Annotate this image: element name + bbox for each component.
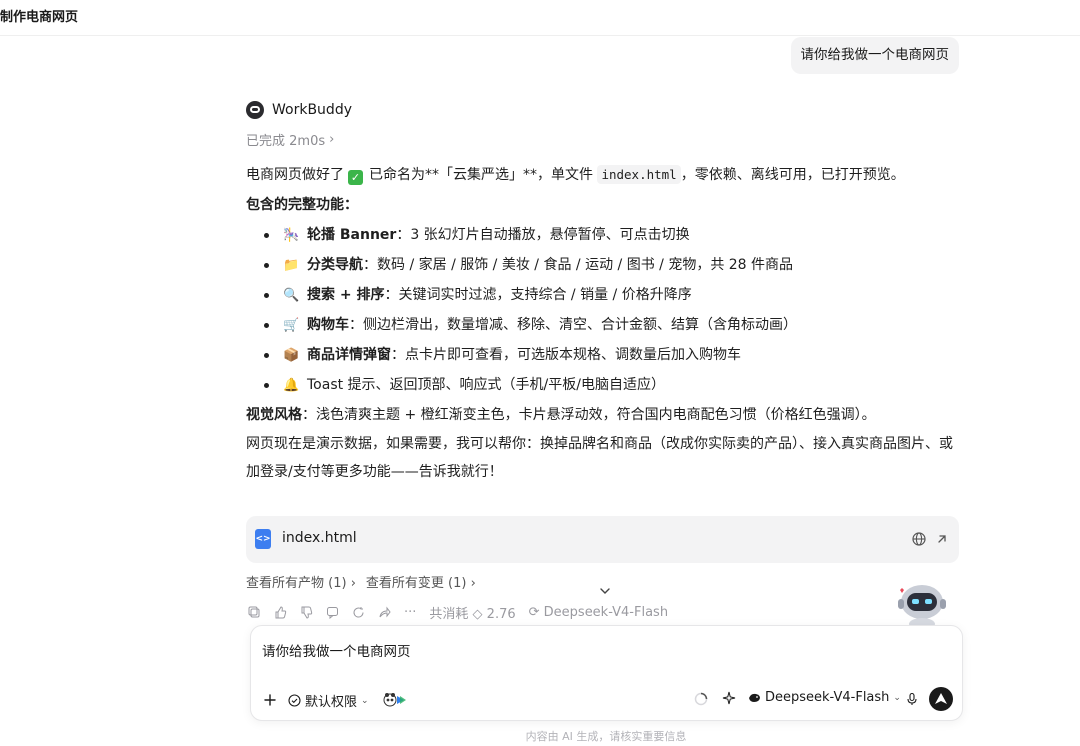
send-button[interactable] (929, 687, 953, 711)
assistant-header: WorkBuddy (246, 100, 352, 120)
chevron-down-icon: ⌄ (361, 695, 369, 706)
disclaimer-note: 内容由 AI 生成，请核实重要信息 (525, 730, 687, 743)
intro-line: 电商网页做好了 ✓ 已命名为**「云集严选」**，单文件 index.html ，零依… (246, 160, 962, 190)
deepseek-whale-icon (749, 693, 760, 702)
panda-agent-icon[interactable] (383, 692, 407, 708)
inline-code-filename: index.html (597, 165, 681, 184)
scroll-down-icon[interactable] (598, 584, 612, 598)
arrow-up-icon (935, 693, 947, 704)
cart-icon: 🛒 (283, 317, 300, 333)
bell-icon: 🔔 (283, 377, 300, 393)
bullet (264, 322, 269, 328)
feature-desc: ：关键词实时过滤，支持综合 / 销量 / 价格升降序 (384, 287, 692, 303)
feature-desc: ：点卡片即可查看，可选版本规格、调数量后加入购物车 (391, 347, 741, 363)
bullet (264, 292, 269, 298)
globe-icon[interactable] (911, 531, 927, 547)
list-item: 🛒 购物车 ：侧边栏滑出，数量增减、移除、清空、合计金额、结算（含角标动画） (246, 310, 962, 340)
feature-desc: Toast 提示、返回顶部、响应式（手机/平板/电脑自适应） (307, 377, 665, 393)
assistant-name: WorkBuddy (272, 102, 352, 118)
intro-text-before: 电商网页做好了 (246, 167, 344, 183)
loading-spinner-icon (694, 692, 708, 706)
feature-desc: ：侧边栏滑出，数量增减、移除、清空、合计金额、结算（含角标动画） (349, 317, 797, 333)
view-changes-label: 查看所有变更 (1) (365, 576, 467, 591)
intro-text-middle: 已命名为**「云集严选」**，单文件 (369, 167, 593, 183)
top-bar: 制作电商网页 (0, 0, 1080, 36)
intro-text-after: ，零依赖、离线可用，已打开预览。 (680, 167, 905, 183)
feedback-icon[interactable] (326, 606, 339, 619)
chevron-right-icon: › (329, 132, 335, 147)
visual-style-desc: ：浅色清爽主题 + 橙红渐变主色，卡片悬浮动效，符合国内电商配色习惯（价格红色强… (302, 407, 876, 423)
share-icon[interactable] (378, 606, 391, 619)
chat-page: 制作电商网页 请你给我做一个电商网页 WorkBuddy 已完成 2m0s › … (0, 0, 1080, 746)
file-card[interactable]: <> index.html (246, 516, 959, 563)
view-artifacts-label: 查看所有产物 (1) (246, 576, 347, 591)
visual-style-line: 视觉风格：浅色清爽主题 + 橙红渐变主色，卡片悬浮动效，符合国内电商配色习惯（价… (246, 400, 962, 430)
assistant-message: 电商网页做好了 ✓ 已命名为**「云集严选」**，单文件 index.html ，零依… (246, 160, 962, 486)
thumbs-up-icon[interactable] (274, 606, 287, 619)
check-mark-icon: ✓ (348, 170, 363, 185)
visual-style-title: 视觉风格 (246, 407, 302, 423)
feature-title: 轮播 Banner (307, 227, 397, 243)
list-item: 📦 商品详情弹窗 ：点卡片即可查看，可选版本规格、调数量后加入购物车 (246, 340, 962, 370)
user-message-bubble: 请你给我做一个电商网页 (790, 37, 959, 74)
list-item: 🔍 搜索 + 排序 ：关键词实时过滤，支持综合 / 销量 / 价格升降序 (246, 280, 962, 310)
package-icon: 📦 (283, 347, 300, 363)
feature-title: 购物车 (307, 317, 349, 333)
chevron-down-icon: ⌄ (893, 692, 901, 703)
thumbs-down-icon[interactable] (300, 606, 313, 619)
bullet (264, 352, 269, 358)
folder-icon: 📁 (283, 257, 300, 273)
feature-desc: ：数码 / 家居 / 服饰 / 美妆 / 食品 / 运动 / 图书 / 宠物，共… (363, 257, 794, 273)
html-file-icon: <> (255, 529, 271, 549)
action-model-label: Deepseek-V4-Flash (543, 605, 669, 620)
open-external-icon[interactable] (934, 531, 950, 547)
list-item: 📁 分类导航 ：数码 / 家居 / 服饰 / 美妆 / 食品 / 运动 / 图书 … (246, 250, 962, 280)
action-model-name: ⟳ Deepseek-V4-Flash (528, 605, 669, 620)
message-action-bar: ··· 共消耗 ◇ 2.76 ⟳ Deepseek-V4-Flash (248, 603, 668, 622)
regenerate-icon[interactable] (352, 606, 365, 619)
robot-mascot-icon[interactable] (890, 580, 954, 630)
conversation-title: 制作电商网页 (0, 10, 79, 25)
chat-input-box[interactable]: 请你给我做一个电商网页 默认权限 ⌄ Deepseek-V4-Flash ⌄ (250, 625, 963, 721)
list-item: 🎠 轮播 Banner ：3 张幻灯片自动播放，悬停暂停、可点击切换 (246, 220, 962, 250)
feature-title: 搜索 + 排序 (307, 287, 385, 303)
model-label: Deepseek-V4-Flash (765, 690, 890, 705)
model-selector[interactable]: Deepseek-V4-Flash ⌄ (748, 690, 901, 705)
completion-status[interactable]: 已完成 2m0s › (246, 130, 334, 149)
bullet (264, 232, 269, 238)
token-cost: 共消耗 ◇ 2.76 (429, 607, 516, 622)
copy-icon[interactable] (248, 606, 261, 619)
view-changes-link[interactable]: 查看所有变更 (1) › (366, 572, 476, 591)
list-item: 🔔 Toast 提示、返回顶部、响应式（手机/平板/电脑自适应） (246, 370, 962, 400)
carousel-icon: 🎠 (283, 227, 300, 243)
feature-list: 🎠 轮播 Banner ：3 张幻灯片自动播放，悬停暂停、可点击切换 📁 分类导航… (246, 220, 962, 400)
artifact-links: 查看所有产物 (1) › 查看所有变更 (1) › (246, 572, 476, 591)
feature-desc: ：3 张幻灯片自动播放，悬停暂停、可点击切换 (396, 227, 690, 243)
more-icon[interactable]: ··· (404, 605, 416, 620)
permission-dropdown[interactable]: 默认权限 ⌄ (288, 691, 369, 710)
bullet (264, 262, 269, 268)
magnifier-icon: 🔍 (283, 287, 300, 303)
permission-label: 默认权限 (305, 695, 358, 710)
bullet (264, 382, 269, 388)
view-artifacts-link[interactable]: 查看所有产物 (1) › (246, 572, 356, 591)
bot-avatar-icon (246, 101, 264, 119)
feature-title: 分类导航 (307, 257, 363, 273)
message-input[interactable]: 请你给我做一个电商网页 (262, 640, 411, 660)
shield-check-icon (288, 694, 301, 707)
feature-title: 商品详情弹窗 (307, 347, 391, 363)
microphone-icon[interactable] (905, 692, 919, 706)
file-name: index.html (282, 530, 357, 546)
help-paragraph: 网页现在是演示数据，如果需要，我可以帮你：换掉品牌名和商品（改成你实际卖的产品）… (246, 436, 953, 480)
features-heading: 包含的完整功能： (246, 197, 358, 213)
status-text: 已完成 2m0s (246, 134, 326, 149)
sparkle-icon[interactable] (722, 691, 736, 705)
add-attachment-button[interactable] (262, 692, 278, 708)
